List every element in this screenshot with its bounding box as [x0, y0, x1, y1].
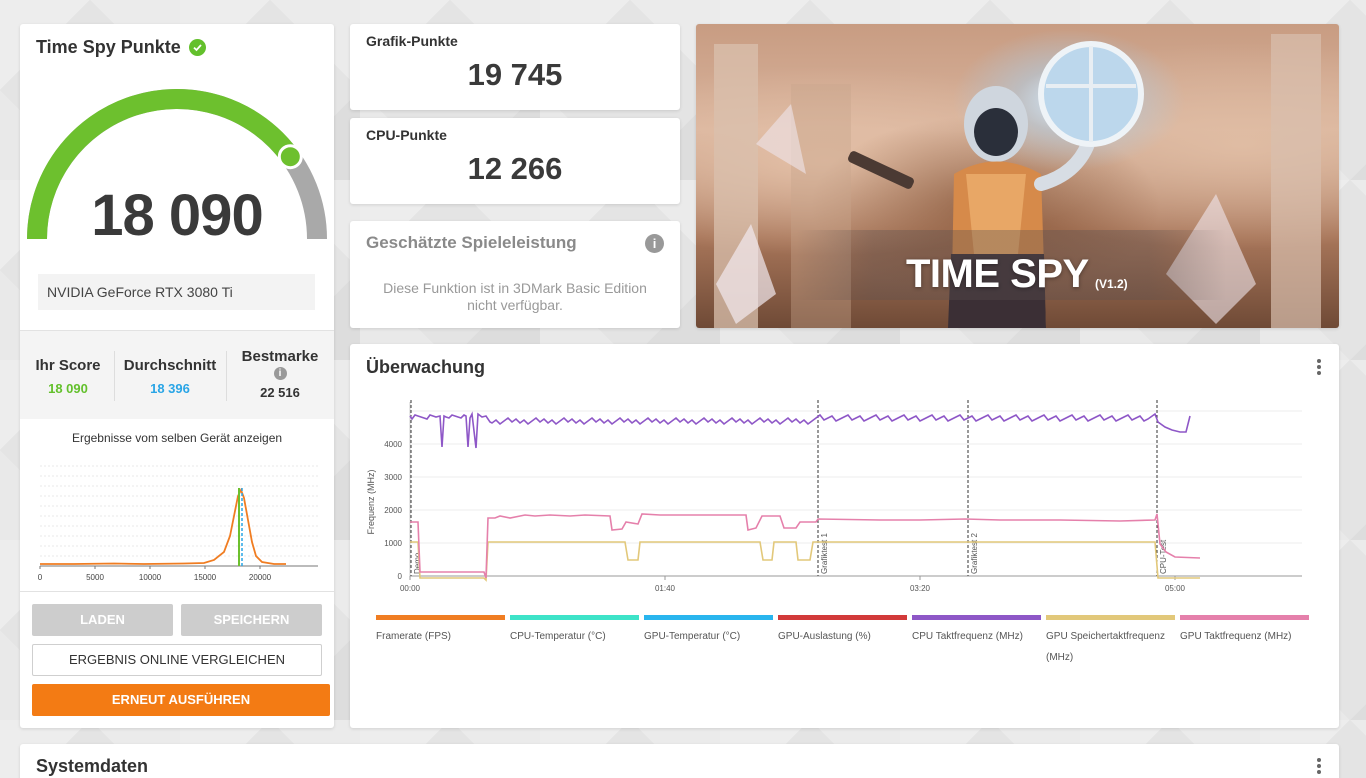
- legend-item[interactable]: GPU Taktfrequenz (MHz): [1180, 615, 1309, 647]
- legend-label: GPU Taktfrequenz (MHz): [1180, 631, 1292, 642]
- y-tick-label: 3000: [384, 473, 402, 482]
- game-performance-message: Diese Funktion ist in 3DMark Basic Editi…: [383, 280, 647, 313]
- cpu-score-label: CPU-Punkte: [366, 127, 447, 143]
- stat-label: Bestmarke: [241, 348, 319, 365]
- x-tick-label: 5000: [86, 573, 104, 582]
- y-tick-label: 1000: [384, 539, 402, 548]
- chart-legend: Framerate (FPS) CPU-Temperatur (°C) GPU-Te…: [376, 615, 1316, 675]
- legend-swatch: [510, 615, 639, 620]
- stat-value: 18 090: [48, 381, 88, 396]
- x-tick-label: 05:00: [1165, 584, 1186, 593]
- legend-swatch: [376, 615, 505, 620]
- system-data-title: Systemdaten: [36, 756, 149, 776]
- distribution-curve: [40, 487, 286, 565]
- legend-swatch: [1180, 615, 1309, 620]
- legend-item[interactable]: Framerate (FPS): [376, 615, 505, 647]
- load-button[interactable]: LADEN: [32, 604, 173, 636]
- x-tick-label: 03:20: [910, 584, 931, 593]
- divider: [114, 351, 115, 401]
- graphics-score-card: Grafik-Punkte 19 745: [350, 24, 680, 110]
- monitoring-card: Überwachung Frequenz (MHz) 0 1000 2000 3000…: [350, 344, 1339, 728]
- stat-label: Ihr Score: [35, 357, 101, 374]
- more-menu-icon[interactable]: [1317, 758, 1321, 776]
- legend-label: Framerate (FPS): [376, 631, 452, 642]
- stat-value: 18 396: [150, 381, 190, 396]
- legend-item[interactable]: CPU-Temperatur (°C): [510, 615, 639, 647]
- score-title: Time Spy Punkte: [36, 37, 206, 58]
- stat-your-score: Ihr Score 18 090: [30, 357, 106, 396]
- legend-swatch: [1046, 615, 1175, 620]
- x-tick-label: 0: [38, 573, 43, 582]
- legend-label: CPU Taktfrequenz (MHz): [912, 631, 1023, 642]
- score-card: Time Spy Punkte 18 090 NVIDIA GeForce RT…: [20, 24, 334, 728]
- legend-label: GPU Speichertaktfrequenz (MHz): [1046, 631, 1165, 663]
- legend-swatch: [912, 615, 1041, 620]
- game-performance-title: Geschätzte Spieleleistung: [366, 233, 577, 252]
- run-again-button[interactable]: ERNEUT AUSFÜHREN: [32, 684, 330, 716]
- series-cpu-clock: [409, 411, 1191, 449]
- y-tick-label: 0: [398, 572, 403, 581]
- x-tick-label: 10000: [139, 573, 162, 582]
- info-icon[interactable]: i: [273, 367, 287, 380]
- phase-marker-label: Grafiktest 2: [970, 533, 979, 574]
- stat-label: Durchschnitt: [123, 357, 217, 374]
- score-distribution-chart: 0 5000 10000 15000 20000: [38, 465, 318, 582]
- stat-average: Durchschnitt 18 396: [120, 357, 220, 396]
- series-gpu-memory-clock: [410, 541, 1200, 582]
- x-tick-label: 15000: [194, 573, 217, 582]
- graphics-score-value: 19 745: [467, 57, 563, 92]
- divider: [226, 351, 227, 401]
- stat-best: Bestmarke i 22 516: [234, 348, 326, 400]
- legend-swatch: [778, 615, 907, 620]
- more-menu-icon[interactable]: [1317, 359, 1321, 377]
- cpu-score-card: CPU-Punkte 12 266: [350, 118, 680, 204]
- series-gpu-clock: [410, 513, 1201, 579]
- legend-label: GPU-Auslastung (%): [778, 631, 871, 642]
- gpu-name: NVIDIA GeForce RTX 3080 Ti: [38, 274, 315, 310]
- distribution-title[interactable]: Ergebnisse vom selben Gerät anzeigen: [20, 431, 334, 445]
- y-tick-label: 4000: [384, 440, 402, 449]
- score-stats: Ihr Score 18 090 Durchschnitt 18 396 Bes…: [20, 331, 334, 419]
- hero-title: TIME SPY: [906, 252, 1089, 296]
- x-tick-label: 00:00: [400, 584, 421, 593]
- legend-swatch: [644, 615, 773, 620]
- check-icon: [188, 39, 206, 56]
- game-performance-card: Geschätzte Spieleleistung i Diese Funkti…: [350, 221, 680, 328]
- divider: [20, 591, 334, 592]
- monitoring-title: Überwachung: [366, 357, 486, 377]
- info-icon[interactable]: i: [645, 234, 664, 253]
- monitoring-chart: Frequenz (MHz) 0 1000 2000 3000 4000 00:00 01…: [366, 400, 1302, 593]
- score-title-text: Time Spy Punkte: [36, 37, 181, 57]
- legend-item[interactable]: CPU Taktfrequenz (MHz): [912, 615, 1041, 647]
- legend-label: CPU-Temperatur (°C): [510, 631, 606, 642]
- legend-item[interactable]: GPU-Temperatur (°C): [644, 615, 773, 647]
- total-score: 18 090: [91, 183, 263, 248]
- graphics-score-label: Grafik-Punkte: [366, 33, 458, 49]
- compare-online-button[interactable]: ERGEBNIS ONLINE VERGLEICHEN: [32, 644, 322, 676]
- system-data-card: Systemdaten: [20, 744, 1339, 778]
- x-tick-label: 20000: [249, 573, 272, 582]
- legend-item[interactable]: GPU-Auslastung (%): [778, 615, 907, 647]
- y-axis-label: Frequenz (MHz): [366, 469, 376, 534]
- hero-version: (V1.2): [1095, 277, 1128, 291]
- x-tick-label: 01:40: [655, 584, 676, 593]
- save-button[interactable]: SPEICHERN: [181, 604, 322, 636]
- benchmark-hero-image: TIME SPY (V1.2): [696, 24, 1339, 328]
- cpu-score-value: 12 266: [467, 151, 563, 186]
- legend-item[interactable]: GPU Speichertaktfrequenz (MHz): [1046, 615, 1175, 668]
- gauge-knob: [277, 144, 303, 170]
- y-tick-label: 2000: [384, 506, 402, 515]
- legend-label: GPU-Temperatur (°C): [644, 631, 741, 642]
- stat-value: 22 516: [260, 385, 300, 400]
- phase-marker-label: Grafiktest 1: [820, 533, 829, 574]
